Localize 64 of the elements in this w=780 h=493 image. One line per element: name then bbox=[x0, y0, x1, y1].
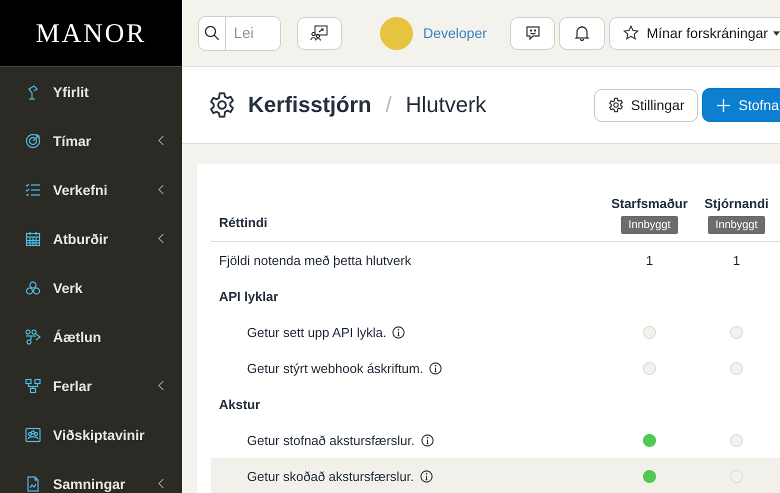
permission-status-dot[interactable] bbox=[730, 326, 743, 338]
boxes-icon bbox=[25, 280, 41, 296]
bell-icon bbox=[574, 25, 590, 41]
builtin-badge: Innbyggt bbox=[621, 216, 678, 234]
permission-status-dot[interactable] bbox=[643, 362, 656, 374]
document-icon bbox=[25, 476, 41, 492]
sidebar-item[interactable]: Viðskiptavinir bbox=[0, 410, 182, 459]
page-title: Hlutverk bbox=[406, 92, 486, 118]
permission-status-dot[interactable] bbox=[643, 326, 656, 338]
flow-icon bbox=[25, 378, 41, 394]
calendar-icon bbox=[25, 230, 41, 246]
group-heading: API lyklar bbox=[218, 288, 280, 304]
caret-down-icon bbox=[772, 30, 780, 36]
star-icon bbox=[622, 25, 639, 41]
breadcrumb-link[interactable]: Kerfisstjórn bbox=[248, 92, 372, 118]
sidebar-item[interactable]: Yfirlit bbox=[0, 67, 182, 116]
people-flow-icon bbox=[25, 328, 41, 344]
permission-label: Getur stýrt webhook áskriftum. bbox=[247, 360, 424, 376]
table-cell-text: 1 bbox=[732, 252, 742, 268]
builtin-badge: Innbyggt bbox=[708, 216, 765, 234]
settings-icon bbox=[208, 91, 236, 119]
create-button[interactable]: Stofna bbox=[702, 88, 780, 122]
logo-text: MANOR bbox=[36, 18, 146, 48]
permission-status-dot[interactable] bbox=[730, 362, 743, 374]
permission-label: Getur stofnað akstursfærslur. bbox=[247, 432, 415, 448]
sidebar-item[interactable]: Tímar bbox=[0, 116, 182, 165]
info-icon[interactable] bbox=[420, 434, 434, 446]
plus-icon bbox=[716, 98, 730, 112]
settings-button[interactable]: Stillingar bbox=[594, 88, 698, 122]
column-header: Réttindi bbox=[218, 215, 268, 232]
search-icon bbox=[204, 25, 220, 41]
permission-label: Getur sett upp API lykla. bbox=[247, 324, 386, 340]
sidebar-item[interactable]: Atburðir bbox=[0, 214, 182, 263]
feedback-button[interactable] bbox=[510, 16, 556, 50]
sidebar-item[interactable]: Áætlun bbox=[0, 312, 182, 361]
table-cell-text: 1 bbox=[644, 252, 654, 268]
info-icon[interactable] bbox=[420, 470, 433, 482]
column-header: Starfsmaður bbox=[611, 196, 688, 211]
column-header: Stjórnandi bbox=[704, 196, 769, 211]
sidebar-item[interactable]: Verk bbox=[0, 263, 182, 312]
contacts-icon bbox=[25, 426, 41, 442]
permission-status-dot[interactable] bbox=[643, 470, 656, 482]
checklist-icon bbox=[25, 182, 41, 198]
permission-status-dot[interactable] bbox=[643, 434, 656, 446]
search-field[interactable]: Lei bbox=[198, 16, 281, 50]
gear-icon bbox=[608, 97, 624, 113]
user-name-link[interactable]: Developer bbox=[423, 25, 487, 41]
permission-label: Getur skoðað akstursfærslur. bbox=[247, 468, 414, 484]
info-icon[interactable] bbox=[392, 326, 406, 338]
sidebar-item[interactable]: Verkefni bbox=[0, 165, 182, 214]
favorites-dropdown[interactable]: Mínar forskráningar bbox=[608, 16, 780, 50]
breadcrumb-separator: / bbox=[385, 92, 392, 118]
sidebar-item[interactable]: Samningar bbox=[0, 459, 182, 493]
sidebar-item[interactable]: Ferlar bbox=[0, 361, 182, 410]
group-heading: Akstur bbox=[218, 396, 262, 412]
info-icon[interactable] bbox=[429, 362, 442, 374]
permission-status-dot[interactable] bbox=[730, 434, 743, 446]
smiley-chat-icon bbox=[524, 25, 541, 41]
presenter-icon bbox=[310, 25, 328, 41]
table-cell-text: Fjöldi notenda með þetta hlutverk bbox=[218, 252, 412, 268]
target-icon bbox=[25, 132, 41, 148]
avatar-circle[interactable] bbox=[380, 16, 414, 50]
notifications-button[interactable] bbox=[559, 16, 605, 50]
presentation-button[interactable] bbox=[296, 16, 342, 50]
